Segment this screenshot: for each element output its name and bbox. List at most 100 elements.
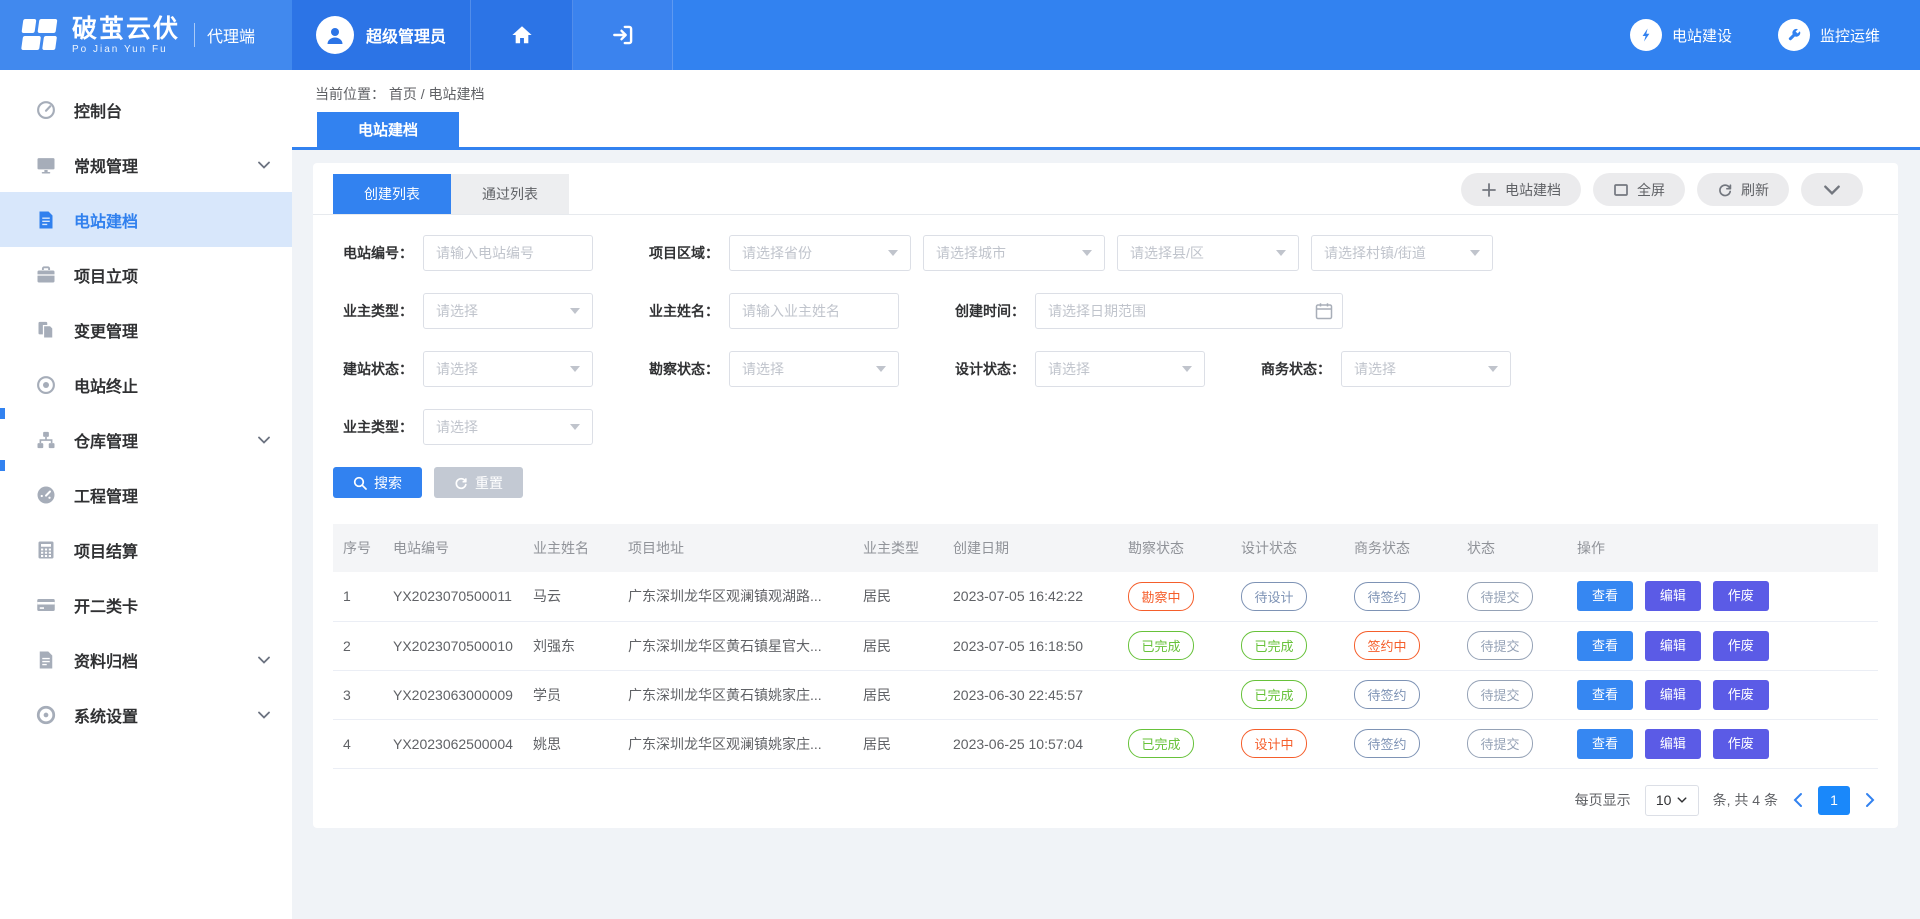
void-button[interactable]: 作废 bbox=[1713, 680, 1769, 710]
sidebar-item-general-mgmt[interactable]: 常规管理 bbox=[0, 137, 292, 192]
breadcrumb-label: 当前位置： bbox=[315, 86, 385, 102]
build-status-select[interactable]: 请选择 bbox=[423, 351, 593, 387]
sidebar-item-system-settings[interactable]: 系统设置 bbox=[0, 687, 292, 742]
caret-down-icon bbox=[1677, 797, 1687, 803]
sidebar-item-dashboard[interactable]: 控制台 bbox=[0, 82, 292, 137]
sidebar-item-project-initiation[interactable]: 项目立项 bbox=[0, 247, 292, 302]
edit-button[interactable]: 编辑 bbox=[1645, 729, 1701, 759]
survey-status-badge: 勘察中 bbox=[1128, 582, 1194, 611]
cell-address: 广东深圳龙华区黄石镇星官大... bbox=[618, 621, 853, 670]
owner-name-input[interactable] bbox=[729, 293, 899, 329]
cell-code: YX2023070500011 bbox=[383, 572, 523, 621]
sidebar-item-engineering-mgmt[interactable]: 工程管理 bbox=[0, 467, 292, 522]
filter-row-2: 业主类型： 请选择 业主姓名： 创建时间： bbox=[333, 293, 1878, 329]
sidebar-item-station-terminate[interactable]: 电站终止 bbox=[0, 357, 292, 412]
chevron-down-icon bbox=[1824, 182, 1840, 198]
build-status-placeholder: 请选择 bbox=[436, 359, 478, 379]
home-icon bbox=[511, 24, 533, 46]
fullscreen-button[interactable]: 全屏 bbox=[1593, 173, 1685, 206]
status-badge: 待提交 bbox=[1467, 680, 1533, 709]
per-page-label: 每页显示 bbox=[1575, 790, 1631, 810]
logout-button[interactable] bbox=[573, 0, 673, 70]
design-status-select[interactable]: 请选择 bbox=[1035, 351, 1205, 387]
home-button[interactable] bbox=[471, 0, 573, 70]
search-button[interactable]: 搜索 bbox=[333, 467, 422, 498]
calculator-icon bbox=[36, 540, 56, 560]
nav-monitor-ops[interactable]: 监控运维 bbox=[1778, 19, 1880, 51]
sidebar-scrollbar-mark[interactable] bbox=[0, 408, 5, 419]
tab-passed-list[interactable]: 通过列表 bbox=[451, 174, 569, 214]
view-button[interactable]: 查看 bbox=[1577, 729, 1633, 759]
brand-name-pinyin: Po Jian Yun Fu bbox=[72, 44, 180, 55]
edit-button[interactable]: 编辑 bbox=[1645, 581, 1701, 611]
create-station-button[interactable]: 电站建档 bbox=[1461, 173, 1581, 206]
sidebar-item-station-archive[interactable]: 电站建档 bbox=[0, 192, 292, 247]
cell-code: YX2023062500004 bbox=[383, 719, 523, 768]
void-button[interactable]: 作废 bbox=[1713, 729, 1769, 759]
cell-code: YX2023063000009 bbox=[383, 670, 523, 719]
bolt-circle bbox=[1630, 19, 1662, 51]
caret-down-icon bbox=[1470, 250, 1480, 256]
survey-status-select[interactable]: 请选择 bbox=[729, 351, 899, 387]
owner-type-select[interactable]: 请选择 bbox=[423, 293, 593, 329]
view-button[interactable]: 查看 bbox=[1577, 581, 1633, 611]
cell-date: 2023-06-30 22:45:57 bbox=[943, 670, 1118, 719]
caret-down-icon bbox=[1082, 250, 1092, 256]
col-design: 设计状态 bbox=[1231, 524, 1344, 572]
province-select[interactable]: 请选择省份 bbox=[729, 235, 911, 271]
view-button[interactable]: 查看 bbox=[1577, 631, 1633, 661]
sidebar-item-data-archive[interactable]: 资料归档 bbox=[0, 632, 292, 687]
city-select[interactable]: 请选择城市 bbox=[923, 235, 1105, 271]
cell-no: 1 bbox=[333, 572, 383, 621]
business-status-select[interactable]: 请选择 bbox=[1341, 351, 1511, 387]
cell-type: 居民 bbox=[853, 621, 943, 670]
chevron-down-icon bbox=[258, 436, 270, 444]
date-range-field bbox=[1035, 293, 1343, 329]
col-owner: 业主姓名 bbox=[523, 524, 618, 572]
breadcrumb-path[interactable]: 首页 / 电站建档 bbox=[389, 86, 485, 102]
tab-create-list[interactable]: 创建列表 bbox=[333, 174, 451, 214]
sidebar-item-open-type2-card[interactable]: 开二类卡 bbox=[0, 577, 292, 632]
filter-actions: 搜索 重置 bbox=[313, 463, 1898, 498]
breadcrumb: 当前位置： 首页 / 电站建档 bbox=[315, 84, 485, 104]
reset-icon bbox=[454, 476, 468, 490]
nav-station-build[interactable]: 电站建设 bbox=[1630, 19, 1732, 51]
sidebar-scrollbar-mark[interactable] bbox=[0, 460, 5, 471]
void-button[interactable]: 作废 bbox=[1713, 581, 1769, 611]
user-menu[interactable]: 超级管理员 bbox=[292, 0, 471, 70]
sidebar-item-warehouse-mgmt[interactable]: 仓库管理 bbox=[0, 412, 292, 467]
station-no-input[interactable] bbox=[423, 235, 593, 271]
design-status-placeholder: 请选择 bbox=[1048, 359, 1090, 379]
cell-owner: 马云 bbox=[523, 572, 618, 621]
next-page-button[interactable] bbox=[1864, 792, 1876, 808]
edit-button[interactable]: 编辑 bbox=[1645, 631, 1701, 661]
province-placeholder: 请选择省份 bbox=[742, 243, 812, 263]
page-number-1[interactable]: 1 bbox=[1818, 786, 1850, 815]
void-button[interactable]: 作废 bbox=[1713, 631, 1769, 661]
survey-status-label: 勘察状态： bbox=[639, 359, 719, 379]
collapse-toolbar-button[interactable] bbox=[1801, 173, 1863, 206]
per-page-select[interactable]: 10 bbox=[1645, 785, 1699, 816]
sidebar-item-project-settlement[interactable]: 项目结算 bbox=[0, 522, 292, 577]
refresh-button[interactable]: 刷新 bbox=[1697, 173, 1789, 206]
date-range-input[interactable] bbox=[1035, 293, 1343, 329]
view-button[interactable]: 查看 bbox=[1577, 680, 1633, 710]
cell-date: 2023-06-25 10:57:04 bbox=[943, 719, 1118, 768]
sidebar: 控制台 常规管理 电站建档 bbox=[0, 70, 292, 919]
page-tab-station-archive[interactable]: 电站建档 bbox=[317, 112, 459, 147]
town-select[interactable]: 请选择村镇/街道 bbox=[1311, 235, 1493, 271]
caret-down-icon bbox=[570, 308, 580, 314]
sidebar-item-change-mgmt[interactable]: 变更管理 bbox=[0, 302, 292, 357]
caret-down-icon bbox=[1182, 366, 1192, 372]
edit-button[interactable]: 编辑 bbox=[1645, 680, 1701, 710]
county-select[interactable]: 请选择县/区 bbox=[1117, 235, 1299, 271]
cell-date: 2023-07-05 16:42:22 bbox=[943, 572, 1118, 621]
col-date: 创建日期 bbox=[943, 524, 1118, 572]
reset-button[interactable]: 重置 bbox=[434, 467, 523, 498]
dashboard-icon bbox=[36, 100, 56, 120]
owner-type2-select[interactable]: 请选择 bbox=[423, 409, 593, 445]
cell-address: 广东深圳龙华区黄石镇姚家庄... bbox=[618, 670, 853, 719]
sidebar-item-label: 开二类卡 bbox=[74, 593, 138, 617]
prev-page-button[interactable] bbox=[1792, 792, 1804, 808]
create-station-label: 电站建档 bbox=[1505, 180, 1561, 200]
